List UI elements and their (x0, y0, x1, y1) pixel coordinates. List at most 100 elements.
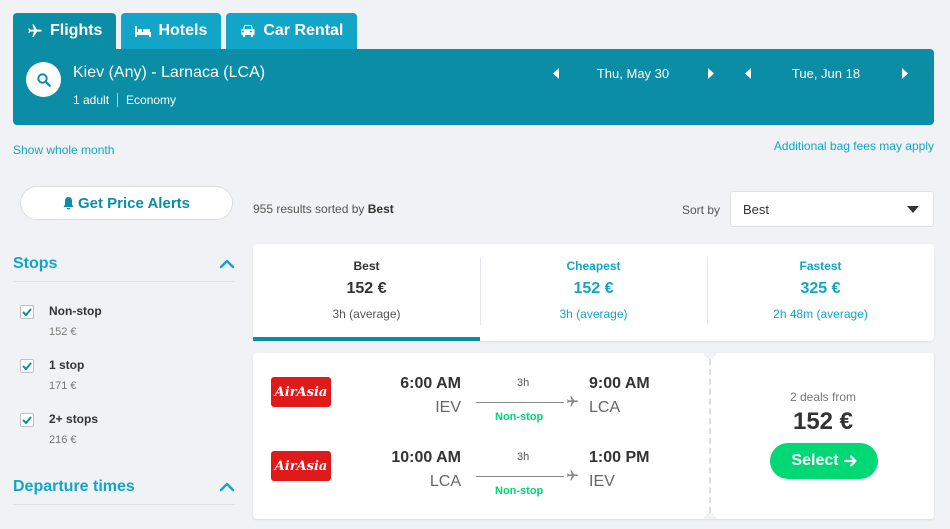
tab-label: Flights (50, 22, 103, 39)
departure-time: 6:00 AM (400, 375, 461, 392)
stops-filter-header[interactable]: Stops (13, 255, 235, 282)
passengers-value: 1 adult (73, 93, 110, 107)
sort-select[interactable]: Best (730, 191, 934, 227)
result-card[interactable]: AirAsia 6:00 AM IEV 3h Non-stop 9:00 AM … (253, 353, 934, 519)
sort-tab-title: Fastest (799, 259, 842, 273)
sort-tab-title: Cheapest (566, 259, 621, 273)
sort-tab-cheapest[interactable]: Cheapest 152 € 3h (average) (480, 244, 707, 341)
card-notch (704, 353, 716, 359)
caret-right-icon (901, 67, 908, 79)
sort-tab-price: 152 € (346, 280, 387, 297)
tab-flights[interactable]: Flights (13, 13, 117, 49)
caret-left-icon (744, 67, 751, 79)
sort-select-value: Best (743, 201, 770, 217)
search-bar: Kiev (Any) - Larnaca (LCA) 1 adult Econo… (13, 49, 934, 125)
sort-tab-title: Best (353, 259, 380, 273)
stop-label: 2+ stops (49, 412, 99, 426)
sort-tab-duration: 2h 48m (average) (773, 307, 868, 321)
flight-duration: 3h (517, 377, 530, 389)
depart-next-arrow[interactable] (704, 65, 716, 81)
return-prev-arrow[interactable] (742, 65, 754, 81)
select-label: Select (791, 452, 839, 469)
stop-option-1-stop: 1 stop 171 € (20, 358, 84, 392)
tab-label: Car Rental (263, 22, 344, 39)
return-date[interactable]: Tue, Jun 18 (754, 66, 898, 81)
price-alerts-button[interactable]: Get Price Alerts (20, 186, 233, 220)
search-tabs: Flights Hotels Car Rental (13, 13, 358, 49)
return-next-arrow[interactable] (898, 65, 910, 81)
arrival-time: 1:00 PM (589, 449, 650, 466)
plane-icon (28, 24, 42, 37)
caret-left-icon (552, 67, 559, 79)
divider (117, 93, 119, 107)
sort-tab-duration: 3h (average) (559, 307, 628, 321)
nonstop-checkbox[interactable] (20, 305, 34, 319)
cabin-value: Economy (126, 93, 177, 107)
departure-time: 10:00 AM (391, 449, 461, 466)
flight-line (476, 402, 564, 403)
passengers-cabin[interactable]: 1 adult Economy (73, 93, 176, 107)
depart-prev-arrow[interactable] (550, 65, 562, 81)
depart-date[interactable]: Thu, May 30 (562, 66, 704, 81)
check-icon (22, 416, 32, 424)
arrival-airport: IEV (589, 473, 615, 490)
show-whole-month-link[interactable]: Show whole month (13, 143, 114, 157)
route-field[interactable]: Kiev (Any) - Larnaca (LCA) (73, 64, 265, 82)
stops-label: Non-stop (495, 485, 544, 497)
plane-icon (567, 396, 578, 407)
bed-icon (135, 26, 152, 37)
2plus-stops-checkbox[interactable] (20, 413, 34, 427)
1-stop-checkbox[interactable] (20, 359, 34, 373)
tab-hotels[interactable]: Hotels (121, 13, 222, 49)
sort-by-label: Sort by (682, 203, 721, 217)
caret-down-icon (907, 205, 919, 213)
results-count: 955 results sorted by Best (253, 202, 394, 216)
results-sorted-by: Best (367, 202, 394, 216)
arrow-right-icon (843, 455, 857, 467)
results-count-text: 955 results sorted by (253, 202, 368, 216)
departure-airport: IEV (435, 399, 461, 416)
airasia-logo: AirAsia (271, 377, 331, 407)
sort-tab-duration: 3h (average) (332, 307, 401, 321)
departure-times-filter-header[interactable]: Departure times (13, 478, 235, 505)
sort-tabs: Best 152 € 3h (average) Cheapest 152 € 3… (253, 244, 934, 341)
sort-tab-best[interactable]: Best 152 € 3h (average) (253, 244, 480, 341)
departure-airport: LCA (429, 473, 461, 490)
flight-duration: 3h (517, 451, 530, 463)
stop-label: Non-stop (49, 304, 102, 318)
check-icon (22, 308, 32, 316)
sort-tab-price: 325 € (800, 280, 841, 297)
arrival-airport: LCA (589, 399, 621, 416)
flight-line (476, 476, 564, 477)
departure-times-title: Departure times (13, 478, 135, 495)
outbound-leg: AirAsia 6:00 AM IEV 3h Non-stop 9:00 AM … (253, 369, 709, 429)
stop-option-2plus-stops: 2+ stops 216 € (20, 412, 98, 446)
return-date-picker: Tue, Jun 18 (742, 65, 910, 81)
check-icon (22, 362, 32, 370)
card-divider (709, 359, 711, 513)
stop-price: 216 € (49, 434, 77, 446)
bell-icon (63, 196, 74, 209)
return-leg: AirAsia 10:00 AM LCA 3h Non-stop 1:00 PM… (253, 443, 709, 503)
select-button[interactable]: Select (770, 443, 878, 479)
airasia-logo: AirAsia (271, 451, 331, 481)
search-button[interactable] (26, 62, 61, 97)
sort-tab-fastest[interactable]: Fastest 325 € 2h 48m (average) (707, 244, 934, 341)
tab-car-rental[interactable]: Car Rental (226, 13, 358, 49)
bag-fees-link[interactable]: Additional bag fees may apply (774, 139, 934, 153)
stops-title: Stops (13, 255, 58, 272)
plane-icon (567, 470, 578, 481)
caret-right-icon (707, 67, 714, 79)
deals-count: 2 deals from (789, 390, 857, 404)
stops-label: Non-stop (495, 411, 544, 423)
arrival-time: 9:00 AM (589, 375, 650, 392)
tab-label: Hotels (158, 22, 208, 39)
search-icon (36, 72, 51, 87)
chevron-up-icon (219, 482, 235, 492)
card-notch (704, 513, 716, 519)
depart-date-picker: Thu, May 30 (550, 65, 716, 81)
stop-option-nonstop: Non-stop 152 € (20, 304, 102, 338)
active-tab-indicator (253, 337, 480, 341)
stop-price: 171 € (49, 380, 77, 392)
chevron-up-icon (219, 259, 235, 269)
